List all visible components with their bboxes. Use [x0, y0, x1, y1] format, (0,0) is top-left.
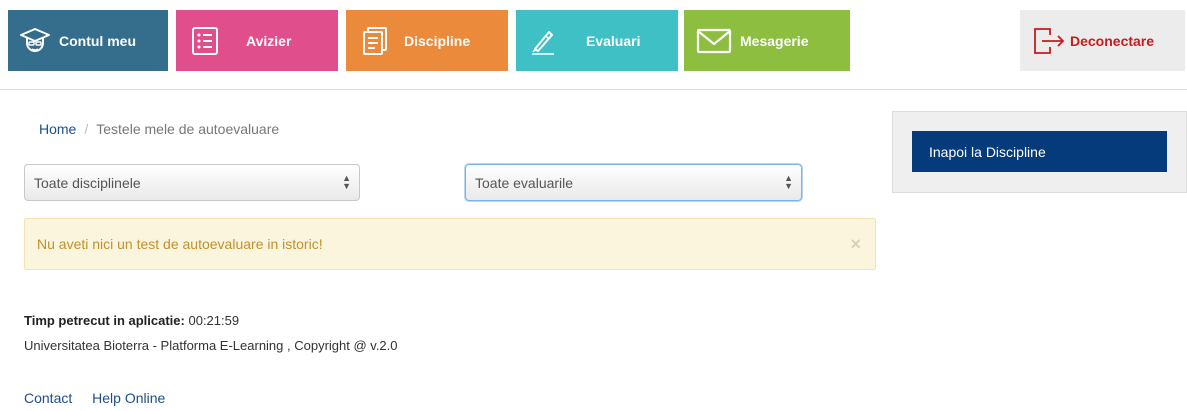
time-spent: Timp petrecut in aplicatie: 00:21:59: [24, 313, 239, 328]
logout-button[interactable]: Deconectare: [1020, 10, 1185, 71]
alert-message: Nu aveti nici un test de autoevaluare in…: [37, 236, 323, 252]
top-navigation: Contul meu Avizier Discipline Evaluari M…: [0, 0, 1187, 90]
graduate-icon: [20, 26, 50, 56]
breadcrumb-current: Testele mele de autoevaluare: [96, 121, 280, 137]
list-icon: [190, 26, 220, 56]
evaluations-filter-value: Toate evaluarile: [475, 174, 574, 191]
logout-label: Deconectare: [1070, 32, 1155, 49]
nav-tile-courses[interactable]: Discipline: [346, 10, 508, 71]
pen-icon: [528, 26, 558, 56]
nav-tile-evaluations[interactable]: Evaluari: [516, 10, 678, 71]
time-spent-value: 00:21:59: [188, 313, 240, 328]
copyright-text: Universitatea Bioterra - Platforma E-Lea…: [24, 338, 398, 353]
nav-label-evaluations: Evaluari: [586, 32, 641, 49]
help-online-link[interactable]: Help Online: [92, 390, 165, 406]
select-arrows-icon: ▲ ▼: [342, 173, 351, 191]
breadcrumb: Home / Testele mele de autoevaluare: [39, 121, 279, 137]
nav-label-account: Contul meu: [59, 32, 136, 49]
envelope-icon: [696, 26, 732, 56]
back-to-courses-button[interactable]: Inapoi la Discipline: [912, 131, 1167, 172]
nav-tile-board[interactable]: Avizier: [176, 10, 338, 71]
courses-filter-select[interactable]: Toate disciplinele ▲ ▼: [24, 164, 360, 201]
nav-tile-messages[interactable]: Mesagerie: [684, 10, 850, 71]
courses-filter-value: Toate disciplinele: [34, 174, 141, 191]
empty-history-alert: Nu aveti nici un test de autoevaluare in…: [24, 218, 876, 270]
sidebar-panel: Inapoi la Discipline: [892, 111, 1187, 193]
footer-links: Contact Help Online: [24, 390, 181, 406]
time-spent-label: Timp petrecut in aplicatie:: [24, 313, 185, 328]
nav-label-courses: Discipline: [404, 32, 471, 49]
select-arrows-icon: ▲ ▼: [784, 173, 793, 191]
logout-icon: [1032, 26, 1066, 56]
document-icon: [360, 26, 390, 56]
nav-tile-account[interactable]: Contul meu: [8, 10, 168, 71]
nav-label-board: Avizier: [246, 32, 292, 49]
breadcrumb-home-link[interactable]: Home: [39, 121, 76, 137]
evaluations-filter-select[interactable]: Toate evaluarile ▲ ▼: [465, 164, 802, 201]
breadcrumb-separator: /: [84, 121, 89, 137]
contact-link[interactable]: Contact: [24, 390, 72, 406]
close-icon[interactable]: ×: [850, 234, 861, 255]
nav-label-messages: Mesagerie: [740, 32, 809, 49]
